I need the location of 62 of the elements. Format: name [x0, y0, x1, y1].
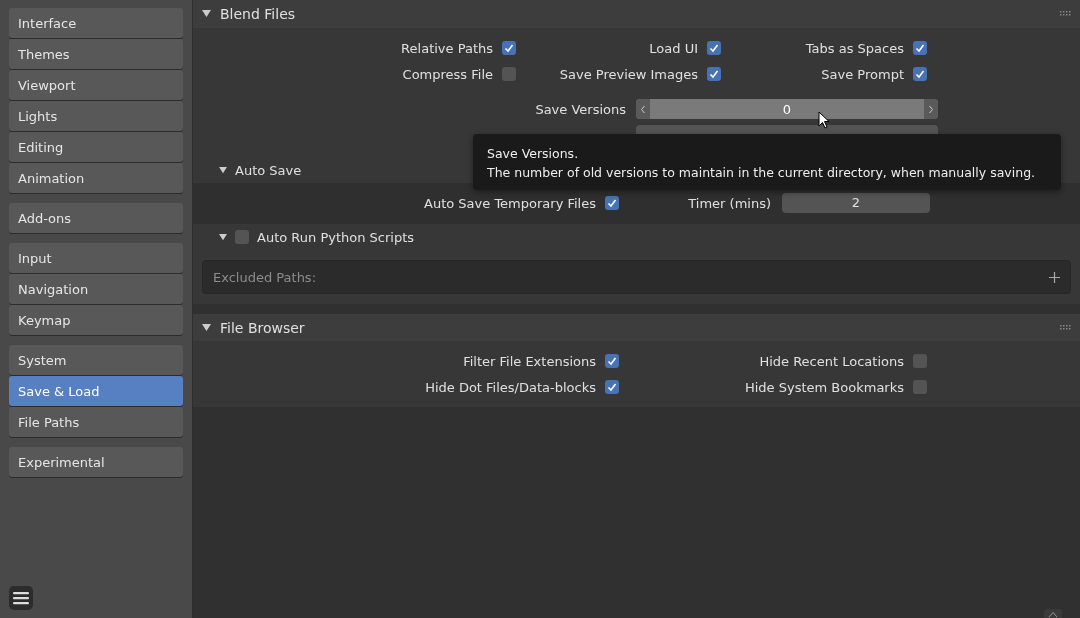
- option-label: Save Prompt: [821, 66, 904, 82]
- subpanel-title: Auto Run Python Scripts: [257, 229, 415, 245]
- field-label: Timer (mins): [687, 195, 771, 211]
- panel-header[interactable]: File Browser: [193, 314, 1080, 341]
- option-label: Relative Paths: [401, 40, 493, 56]
- option-label: Compress File: [402, 66, 493, 82]
- sidebar-item[interactable]: System: [9, 345, 183, 375]
- option-label: Hide Recent Locations: [759, 353, 904, 369]
- checkbox[interactable]: [707, 67, 721, 81]
- disclosure-triangle-icon[interactable]: [219, 166, 227, 174]
- option-label: Hide System Bookmarks: [745, 379, 904, 395]
- sidebar-item[interactable]: File Paths: [9, 407, 183, 437]
- checkbox[interactable]: [502, 67, 516, 81]
- sidebar-item[interactable]: Viewport: [9, 70, 183, 100]
- number-field[interactable]: 0: [636, 99, 938, 119]
- checkbox[interactable]: [605, 380, 619, 394]
- panel-title: File Browser: [220, 319, 305, 336]
- sidebar-item[interactable]: Lights: [9, 101, 183, 131]
- option-label: Filter File Extensions: [463, 353, 596, 369]
- checkbox[interactable]: [235, 230, 249, 244]
- checkbox[interactable]: [913, 380, 927, 394]
- panel-title: Blend Files: [220, 6, 296, 22]
- option-label: Auto Save Temporary Files: [424, 195, 596, 211]
- checkbox[interactable]: [913, 41, 927, 55]
- option-label: Save Preview Images: [559, 66, 698, 82]
- sidebar-item[interactable]: Interface: [9, 8, 183, 38]
- sidebar-item[interactable]: Themes: [9, 39, 183, 69]
- sidebar-item[interactable]: Animation: [9, 163, 183, 193]
- drag-handle-icon[interactable]: [1060, 11, 1072, 17]
- sidebar-item[interactable]: Input: [9, 243, 183, 273]
- checkbox[interactable]: [605, 354, 619, 368]
- option-label: Load UI: [649, 40, 698, 56]
- add-icon[interactable]: [1049, 271, 1060, 283]
- sidebar-item[interactable]: Keymap: [9, 305, 183, 335]
- field-label: Save Versions: [534, 101, 626, 117]
- excluded-paths-field[interactable]: Excluded Paths:: [202, 260, 1071, 294]
- menu-icon[interactable]: [9, 586, 33, 610]
- checkbox[interactable]: [707, 41, 721, 55]
- chevron-right-icon[interactable]: [924, 99, 938, 119]
- panel-header[interactable]: Blend Files: [193, 0, 1080, 28]
- subpanel-title: Auto Save: [235, 162, 302, 178]
- sidebar-item[interactable]: Save & Load: [9, 376, 183, 406]
- checkbox[interactable]: [913, 67, 927, 81]
- sidebar-item[interactable]: Editing: [9, 132, 183, 162]
- sidebar-item[interactable]: Experimental: [9, 447, 183, 477]
- disclosure-triangle-icon[interactable]: [202, 323, 211, 332]
- mouse-pointer-icon: [818, 111, 830, 129]
- sidebar-item[interactable]: Navigation: [9, 274, 183, 304]
- disclosure-triangle-icon[interactable]: [202, 10, 211, 18]
- checkbox[interactable]: [913, 354, 927, 368]
- tooltip-title: Save Versions.: [487, 145, 580, 163]
- drag-handle-icon[interactable]: [1060, 324, 1072, 331]
- chevron-left-icon[interactable]: [636, 99, 650, 119]
- option-label: Tabs as Spaces: [805, 40, 904, 56]
- checkbox[interactable]: [605, 196, 619, 210]
- number-field[interactable]: 2: [782, 193, 930, 213]
- sidebar-item[interactable]: Add-ons: [9, 203, 183, 233]
- disclosure-triangle-icon[interactable]: [219, 233, 227, 241]
- tooltip-text: The number of old versions to maintain in the current directory, when manually saving.: [487, 164, 1037, 182]
- chevron-up-icon[interactable]: [1044, 609, 1062, 618]
- checkbox[interactable]: [502, 41, 516, 55]
- option-label: Hide Dot Files/Data-blocks: [425, 379, 596, 395]
